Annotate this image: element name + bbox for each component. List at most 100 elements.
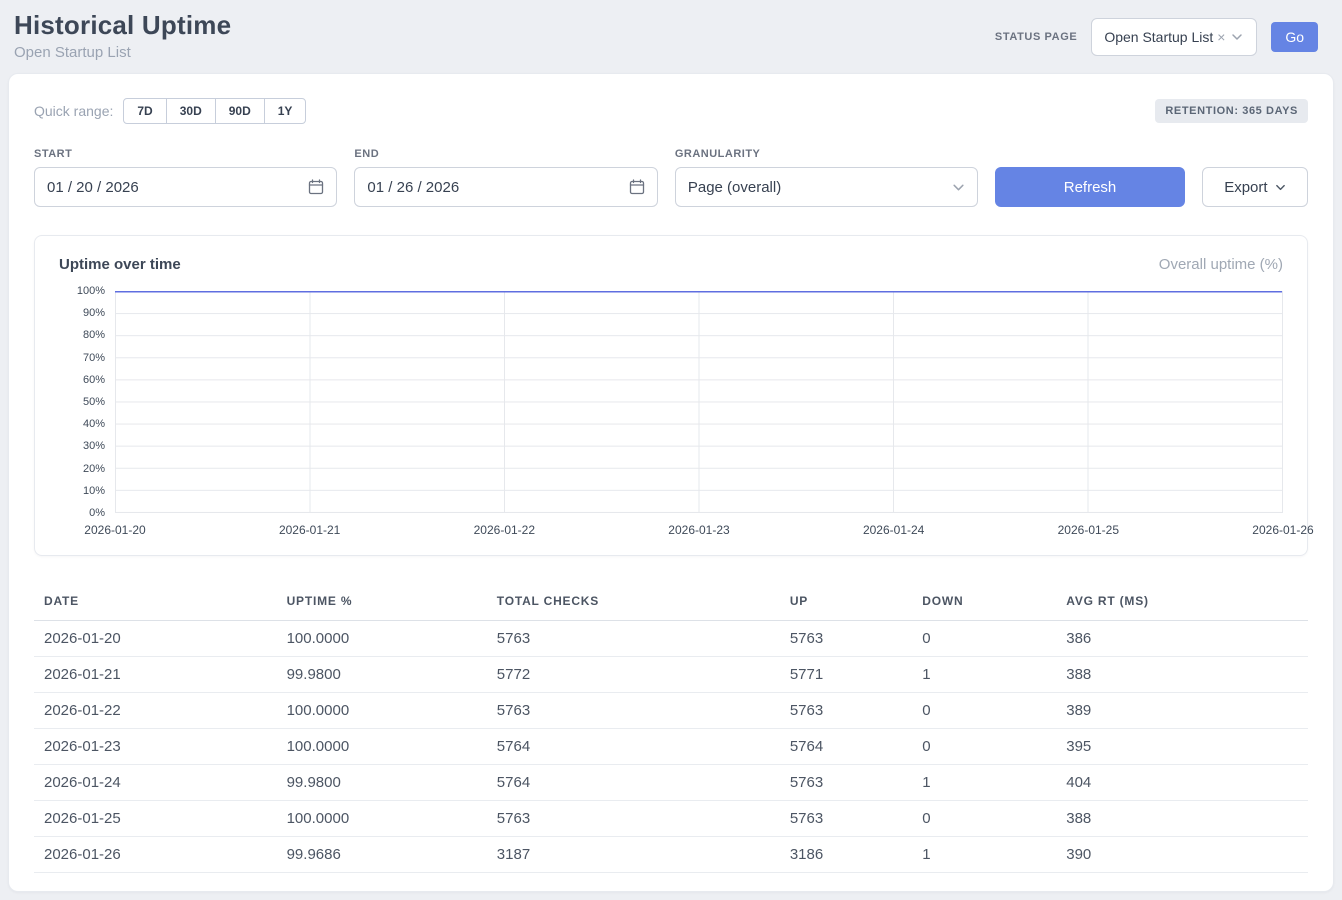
table-cell: 5763 — [782, 693, 914, 729]
table-cell: 2026-01-25 — [34, 801, 279, 837]
table-row: 2026-01-20100.0000576357630386 — [34, 621, 1308, 657]
end-date-field: END 01 / 26 / 2026 — [354, 148, 657, 207]
table-cell: 5764 — [489, 729, 782, 765]
chevron-down-icon — [952, 181, 965, 194]
x-axis: 2026-01-202026-01-212026-01-222026-01-23… — [115, 523, 1283, 539]
main-card: Quick range: 7D30D90D1Y RETENTION: 365 D… — [8, 73, 1334, 892]
go-button[interactable]: Go — [1271, 22, 1318, 52]
column-header: TOTAL CHECKS — [489, 584, 782, 621]
y-tick-label: 70% — [83, 352, 105, 364]
quick-range-7d-button[interactable]: 7D — [123, 98, 166, 124]
start-date-input[interactable]: 01 / 20 / 2026 — [34, 167, 337, 207]
table-cell: 2026-01-26 — [34, 837, 279, 873]
granularity-select[interactable]: Page (overall) — [675, 167, 978, 207]
quick-range-wrap: Quick range: 7D30D90D1Y — [34, 98, 306, 124]
table-cell: 5763 — [782, 621, 914, 657]
y-tick-label: 10% — [83, 485, 105, 497]
table-cell: 5772 — [489, 657, 782, 693]
start-date-value: 01 / 20 / 2026 — [47, 179, 139, 196]
column-header: AVG RT (MS) — [1058, 584, 1308, 621]
table-cell: 100.0000 — [279, 801, 489, 837]
end-label: END — [354, 148, 657, 160]
y-tick-label: 40% — [83, 418, 105, 430]
top-row: Quick range: 7D30D90D1Y RETENTION: 365 D… — [34, 98, 1308, 124]
table-header-row: DATEUPTIME %TOTAL CHECKSUPDOWNAVG RT (MS… — [34, 584, 1308, 621]
table-cell: 100.0000 — [279, 621, 489, 657]
table-cell: 395 — [1058, 729, 1308, 765]
quick-range-label: Quick range: — [34, 103, 113, 119]
table-cell: 5763 — [782, 765, 914, 801]
table-cell: 100.0000 — [279, 729, 489, 765]
table-cell: 1 — [914, 657, 1058, 693]
y-tick-label: 80% — [83, 329, 105, 341]
uptime-table: DATEUPTIME %TOTAL CHECKSUPDOWNAVG RT (MS… — [34, 584, 1308, 873]
chart-card: Uptime over time Overall uptime (%) 100%… — [34, 235, 1308, 556]
x-tick-label: 2026-01-26 — [1252, 523, 1313, 537]
table-body: 2026-01-20100.00005763576303862026-01-21… — [34, 621, 1308, 873]
page-title: Historical Uptime — [14, 10, 231, 41]
header-controls: STATUS PAGE Open Startup List × Go — [995, 18, 1318, 56]
table-cell: 2026-01-21 — [34, 657, 279, 693]
export-button-label: Export — [1224, 179, 1267, 196]
table-cell: 2026-01-22 — [34, 693, 279, 729]
quick-range-30d-button[interactable]: 30D — [166, 98, 216, 124]
table-cell: 2026-01-23 — [34, 729, 279, 765]
table-cell: 0 — [914, 729, 1058, 765]
table-cell: 386 — [1058, 621, 1308, 657]
table-row: 2026-01-2699.9686318731861390 — [34, 837, 1308, 873]
chart-head: Uptime over time Overall uptime (%) — [59, 256, 1283, 273]
y-tick-label: 100% — [77, 285, 105, 297]
table-cell: 389 — [1058, 693, 1308, 729]
quick-range-1y-button[interactable]: 1Y — [264, 98, 307, 124]
end-date-input[interactable]: 01 / 26 / 2026 — [354, 167, 657, 207]
status-page-select[interactable]: Open Startup List × — [1091, 18, 1257, 56]
export-button[interactable]: Export — [1202, 167, 1308, 207]
start-label: START — [34, 148, 337, 160]
table-row: 2026-01-2499.9800576457631404 — [34, 765, 1308, 801]
y-tick-label: 90% — [83, 307, 105, 319]
table-cell: 5763 — [782, 801, 914, 837]
granularity-label: GRANULARITY — [675, 148, 978, 160]
table-cell: 5764 — [489, 765, 782, 801]
granularity-field: GRANULARITY Page (overall) — [675, 148, 978, 207]
table-cell: 5771 — [782, 657, 914, 693]
table-row: 2026-01-25100.0000576357630388 — [34, 801, 1308, 837]
table-cell: 388 — [1058, 801, 1308, 837]
x-tick-label: 2026-01-24 — [863, 523, 924, 537]
table-cell: 388 — [1058, 657, 1308, 693]
y-tick-label: 20% — [83, 463, 105, 475]
chevron-down-icon — [1231, 31, 1243, 43]
refresh-button[interactable]: Refresh — [995, 167, 1185, 207]
table-cell: 2026-01-20 — [34, 621, 279, 657]
granularity-selected-value: Page (overall) — [688, 179, 781, 196]
end-date-value: 01 / 26 / 2026 — [367, 179, 459, 196]
table-cell: 0 — [914, 801, 1058, 837]
y-tick-label: 60% — [83, 374, 105, 386]
table-row: 2026-01-23100.0000576457640395 — [34, 729, 1308, 765]
page-header: Historical Uptime Open Startup List STAT… — [0, 0, 1342, 73]
x-tick-label: 2026-01-21 — [279, 523, 340, 537]
column-header: DATE — [34, 584, 279, 621]
x-tick-label: 2026-01-22 — [474, 523, 535, 537]
y-tick-label: 0% — [89, 507, 105, 519]
calendar-icon[interactable] — [308, 179, 324, 195]
table-cell: 404 — [1058, 765, 1308, 801]
column-header: UPTIME % — [279, 584, 489, 621]
title-block: Historical Uptime Open Startup List — [14, 10, 231, 61]
chevron-down-icon — [1275, 182, 1286, 193]
table-cell: 2026-01-24 — [34, 765, 279, 801]
table-cell: 100.0000 — [279, 693, 489, 729]
y-axis: 100%90%80%70%60%50%40%30%20%10%0% — [59, 291, 115, 513]
table-cell: 1 — [914, 837, 1058, 873]
table-cell: 99.9800 — [279, 657, 489, 693]
x-tick-label: 2026-01-23 — [668, 523, 729, 537]
clear-selection-icon[interactable]: × — [1217, 29, 1225, 45]
start-date-field: START 01 / 20 / 2026 — [34, 148, 337, 207]
calendar-icon[interactable] — [629, 179, 645, 195]
table-cell: 390 — [1058, 837, 1308, 873]
table-cell: 0 — [914, 693, 1058, 729]
table-cell: 3186 — [782, 837, 914, 873]
x-tick-label: 2026-01-25 — [1058, 523, 1119, 537]
table-cell: 99.9800 — [279, 765, 489, 801]
quick-range-90d-button[interactable]: 90D — [215, 98, 265, 124]
